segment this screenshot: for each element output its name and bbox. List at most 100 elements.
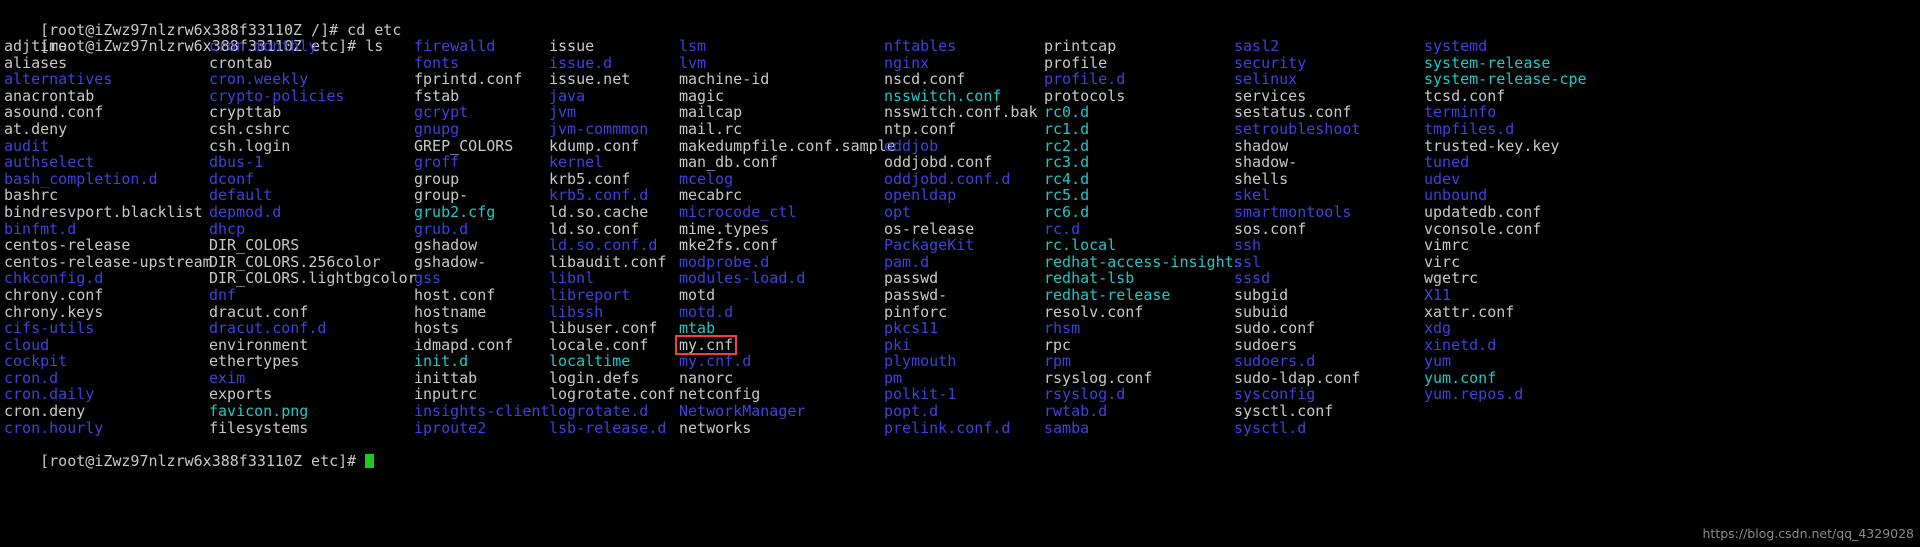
listing-entry[interactable]: filesystems [209, 420, 414, 437]
listing-entry[interactable]: rc1.d [1044, 121, 1234, 138]
listing-entry[interactable]: sudo-ldap.conf [1234, 370, 1424, 387]
listing-entry[interactable]: protocols [1044, 88, 1234, 105]
listing-entry[interactable]: libssh [549, 303, 679, 321]
listing-entry[interactable]: sos.conf [1234, 220, 1424, 238]
listing-entry[interactable]: rc.d [1044, 220, 1234, 238]
listing-entry[interactable]: setroubleshoot [1234, 121, 1424, 138]
listing-entry[interactable]: microcode_ctl [679, 204, 884, 221]
listing-entry[interactable]: DIR_COLORS [209, 237, 414, 254]
listing-entry[interactable]: man_db.conf [679, 154, 884, 171]
listing-entry[interactable]: mecabrc [679, 187, 884, 204]
listing-entry[interactable]: cron.d [4, 370, 209, 387]
listing-entry[interactable]: group- [414, 187, 549, 204]
listing-entry[interactable]: adjtime [4, 38, 209, 55]
listing-entry[interactable]: mime.types [679, 220, 884, 238]
listing-entry[interactable]: vimrc [1424, 237, 1584, 254]
listing-entry[interactable]: localtime [549, 353, 679, 370]
listing-entry[interactable]: environment [209, 337, 414, 354]
listing-entry[interactable]: sudoers.d [1234, 353, 1424, 370]
listing-entry[interactable]: security [1234, 54, 1424, 72]
listing-entry[interactable]: modprobe.d [679, 254, 884, 271]
listing-entry[interactable]: mtab [679, 320, 884, 337]
listing-entry[interactable]: bashrc [4, 187, 209, 204]
listing-entry[interactable]: ld.so.conf.d [549, 237, 679, 254]
listing-entry[interactable]: jvm-commmon [549, 121, 679, 138]
listing-entry[interactable]: sysctl.d [1234, 420, 1424, 437]
listing-entry[interactable]: shadow- [1234, 154, 1424, 171]
listing-entry[interactable]: os-release [884, 220, 1044, 238]
listing-entry[interactable]: lsm [679, 38, 884, 55]
listing-entry[interactable]: motd.d [679, 303, 884, 321]
listing-entry[interactable]: rc0.d [1044, 104, 1234, 121]
listing-entry[interactable]: favicon.png [209, 403, 414, 420]
listing-entry[interactable]: binfmt.d [4, 220, 209, 238]
listing-entry[interactable]: my.cnf.d [679, 353, 884, 370]
listing-entry[interactable]: makedumpfile.conf.sample [679, 137, 896, 155]
listing-entry[interactable]: inputrc [414, 386, 549, 403]
listing-entry[interactable]: sudoers [1234, 337, 1424, 354]
listing-entry[interactable]: mcelog [679, 171, 884, 188]
listing-entry[interactable]: services [1234, 88, 1424, 105]
listing-entry[interactable]: chkconfig.d [4, 270, 209, 287]
listing-entry[interactable]: shadow [1234, 137, 1424, 155]
listing-entry[interactable]: NetworkManager [679, 403, 884, 420]
listing-entry[interactable]: fprintd.conf [414, 71, 549, 88]
listing-entry[interactable]: yum.repos.d [1424, 386, 1584, 403]
listing-entry[interactable]: dracut.conf.d [209, 320, 414, 337]
listing-entry[interactable]: idmapd.conf [414, 337, 549, 354]
listing-entry[interactable]: xattr.conf [1424, 303, 1584, 321]
listing-entry[interactable]: DIR_COLORS.256color [209, 254, 414, 271]
listing-entry[interactable]: dconf [209, 171, 414, 188]
listing-entry[interactable]: hosts [414, 320, 549, 337]
listing-entry[interactable]: yum.conf [1424, 370, 1584, 387]
listing-entry[interactable]: cron.monthly [209, 38, 414, 55]
listing-entry[interactable]: printcap [1044, 38, 1234, 55]
listing-entry[interactable]: samba [1044, 420, 1234, 437]
listing-entry[interactable]: profile [1044, 54, 1234, 72]
listing-entry[interactable]: cockpit [4, 353, 209, 370]
listing-entry-highlighted[interactable]: my.cnf [679, 337, 884, 354]
listing-entry[interactable]: cron.deny [4, 403, 209, 420]
listing-entry[interactable]: dhcp [209, 220, 414, 238]
listing-entry[interactable]: opt [884, 204, 1044, 221]
listing-entry[interactable]: kernel [549, 154, 679, 171]
listing-entry[interactable]: cron.weekly [209, 71, 414, 88]
listing-entry[interactable]: openldap [884, 187, 1044, 204]
listing-entry[interactable]: magic [679, 88, 884, 105]
listing-entry[interactable]: kdump.conf [549, 137, 679, 155]
listing-entry[interactable]: csh.cshrc [209, 121, 414, 138]
listing-entry[interactable]: tmpfiles.d [1424, 121, 1584, 138]
listing-entry[interactable]: asound.conf [4, 104, 209, 121]
listing-entry[interactable]: exim [209, 370, 414, 387]
listing-entry[interactable]: issue.d [549, 54, 679, 72]
listing-entry[interactable]: PackageKit [884, 237, 1044, 254]
listing-entry[interactable]: rwtab.d [1044, 403, 1234, 420]
listing-entry[interactable]: xinetd.d [1424, 337, 1584, 354]
listing-entry[interactable]: nscd.conf [884, 71, 1044, 88]
listing-entry[interactable]: rc2.d [1044, 137, 1234, 155]
listing-entry[interactable]: sysconfig [1234, 386, 1424, 403]
listing-entry[interactable]: rsyslog.conf [1044, 370, 1234, 387]
listing-entry[interactable]: hostname [414, 303, 549, 321]
listing-entry[interactable]: rc3.d [1044, 154, 1234, 171]
listing-entry[interactable]: rpm [1044, 353, 1234, 370]
listing-entry[interactable]: ld.so.cache [549, 204, 679, 221]
listing-entry[interactable]: pinforc [884, 303, 1044, 321]
listing-entry[interactable]: pam.d [884, 254, 1044, 271]
listing-entry[interactable]: trusted-key.key [1424, 137, 1584, 155]
listing-entry[interactable]: smartmontools [1234, 204, 1424, 221]
listing-entry[interactable]: ssh [1234, 237, 1424, 254]
listing-entry[interactable]: rsyslog.d [1044, 386, 1234, 403]
listing-entry[interactable]: cron.hourly [4, 420, 209, 437]
listing-entry[interactable]: sestatus.conf [1234, 104, 1424, 121]
listing-entry[interactable]: updatedb.conf [1424, 204, 1584, 221]
listing-entry[interactable]: redhat-lsb [1044, 270, 1234, 287]
listing-entry[interactable]: lsb-release.d [549, 420, 679, 437]
listing-entry[interactable]: unbound [1424, 187, 1584, 204]
listing-entry[interactable]: nsswitch.conf.bak [884, 104, 1044, 121]
listing-entry[interactable]: udev [1424, 171, 1584, 188]
listing-entry[interactable]: alternatives [4, 71, 209, 88]
listing-entry[interactable]: redhat-access-insights [1044, 254, 1243, 271]
listing-entry[interactable]: passwd [884, 270, 1044, 287]
listing-entry[interactable]: firewalld [414, 38, 549, 55]
